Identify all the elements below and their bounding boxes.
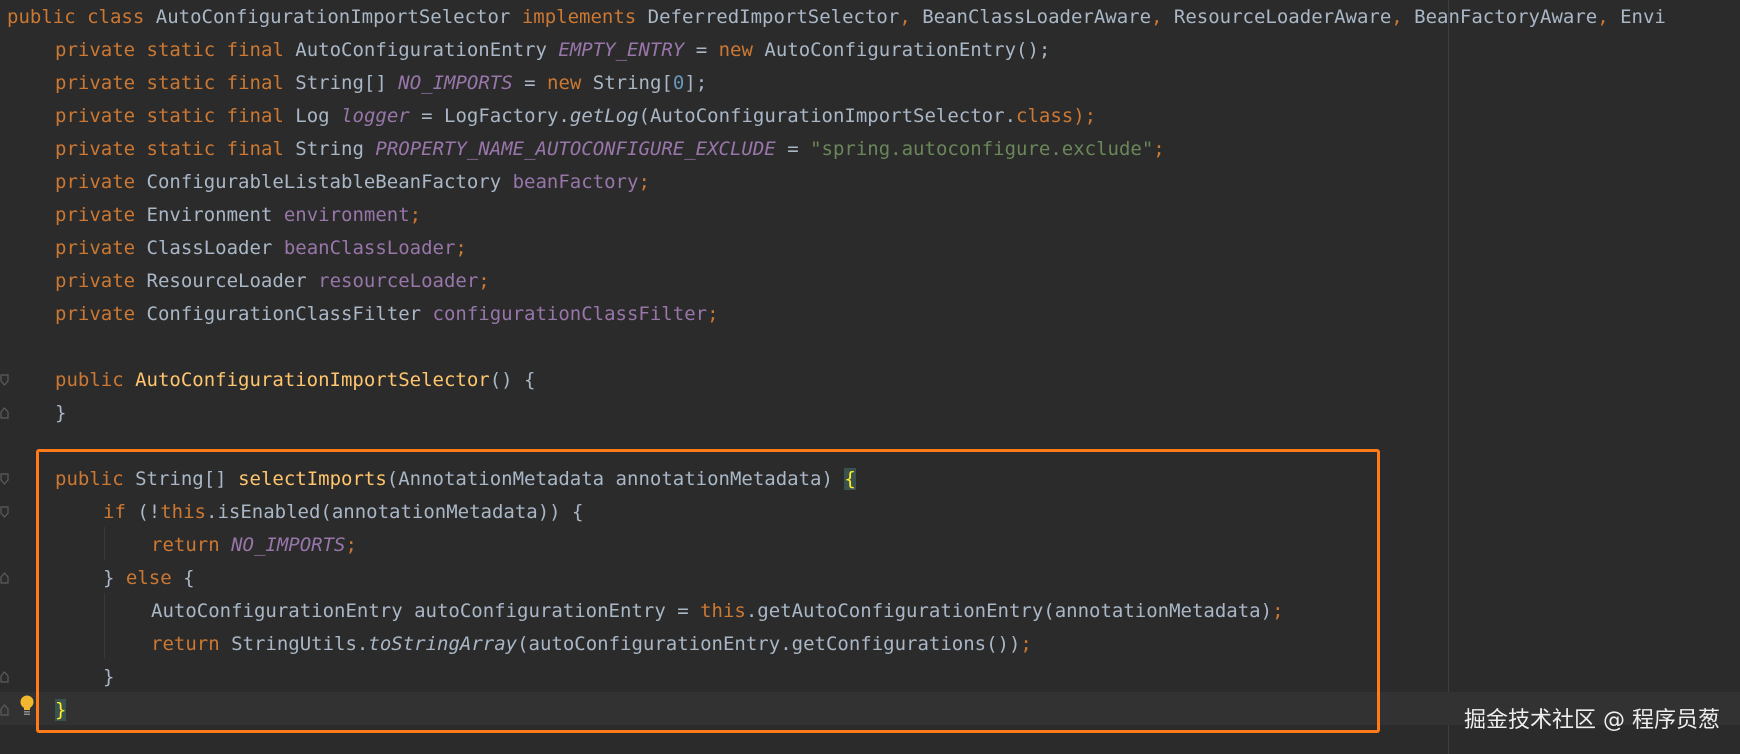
fold-icon[interactable] bbox=[0, 671, 9, 683]
fold-icon[interactable] bbox=[0, 704, 9, 716]
number-literal: 0 bbox=[672, 72, 685, 94]
keyword: implements bbox=[521, 6, 637, 28]
keyword: final bbox=[226, 138, 284, 160]
keyword: private bbox=[55, 270, 136, 292]
code-line-field-property-name: private static final String PROPERTY_NAM… bbox=[55, 133, 1165, 166]
type-name: ConfigurationClassFilter bbox=[146, 303, 422, 325]
constructor-name: AutoConfigurationImportSelector bbox=[135, 369, 490, 391]
keyword: private bbox=[55, 72, 136, 94]
operator: = bbox=[524, 72, 536, 94]
type-name: Environment bbox=[146, 204, 273, 226]
keyword: static bbox=[146, 39, 216, 61]
static-field: EMPTY_ENTRY bbox=[558, 39, 685, 61]
type-name: ResourceLoader bbox=[146, 270, 307, 292]
operator: = bbox=[695, 39, 708, 61]
type-name: String bbox=[295, 138, 364, 160]
semicolon: ; bbox=[707, 303, 719, 325]
operator: = bbox=[787, 138, 799, 160]
code-line-field-no-imports: private static final String[] NO_IMPORTS… bbox=[55, 67, 707, 100]
instance-field: beanFactory bbox=[512, 171, 639, 193]
code-editor[interactable]: public class AutoConfigurationImportSele… bbox=[0, 0, 1740, 754]
code-line-field-empty-entry: private static final AutoConfigurationEn… bbox=[55, 34, 1050, 67]
keyword: static bbox=[146, 138, 216, 160]
static-method-call: getLog bbox=[569, 105, 639, 127]
closing-brace: } bbox=[55, 402, 67, 424]
keyword: final bbox=[226, 39, 284, 61]
constructor-call: AutoConfigurationEntry(); bbox=[764, 39, 1051, 61]
string-literal: "spring.autoconfigure.exclude" bbox=[810, 138, 1154, 160]
comma: , bbox=[1597, 6, 1609, 28]
keyword: private bbox=[55, 171, 136, 193]
type-name: BeanClassLoaderAware bbox=[922, 6, 1152, 28]
keyword: static bbox=[146, 72, 216, 94]
keyword: final bbox=[226, 105, 284, 127]
watermark: 掘金技术社区 @ 程序员葱 bbox=[1464, 708, 1720, 733]
keyword: private bbox=[55, 237, 136, 259]
semicolon: ; bbox=[409, 204, 422, 226]
semicolon: ; bbox=[478, 270, 490, 292]
code-line-field-logger: private static final Log logger = LogFac… bbox=[55, 100, 1096, 133]
code-line-class-declaration: public class AutoConfigurationImportSele… bbox=[7, 1, 1666, 34]
fold-icon[interactable] bbox=[0, 473, 9, 485]
type-name: DeferredImportSelector bbox=[647, 6, 900, 28]
comma: , bbox=[1151, 6, 1163, 28]
keyword: private bbox=[55, 105, 136, 127]
code-line-field-bean-class-loader: private ClassLoader beanClassLoader; bbox=[55, 232, 467, 265]
keyword: public bbox=[7, 6, 76, 28]
keyword: final bbox=[226, 72, 284, 94]
static-field: PROPERTY_NAME_AUTOCONFIGURE_EXCLUDE bbox=[375, 138, 776, 160]
comma: , bbox=[1391, 6, 1403, 28]
type-name: Log bbox=[295, 105, 330, 127]
type-name: BeanFactoryAware bbox=[1414, 6, 1598, 28]
keyword: new bbox=[547, 72, 582, 94]
lightbulb-icon[interactable] bbox=[19, 694, 35, 716]
instance-field: configurationClassFilter bbox=[432, 303, 708, 325]
type-name: ResourceLoaderAware bbox=[1173, 6, 1392, 28]
code-line-field-resource-loader: private ResourceLoader resourceLoader; bbox=[55, 265, 490, 298]
static-field: logger bbox=[341, 105, 410, 127]
type-name: ClassLoader bbox=[146, 237, 273, 259]
comma: , bbox=[899, 6, 911, 28]
keyword: class bbox=[87, 6, 145, 28]
punctuation: ]; bbox=[684, 72, 708, 94]
punctuation: ); bbox=[1073, 105, 1097, 127]
array-type: String[ bbox=[592, 72, 673, 94]
keyword: private bbox=[55, 204, 136, 226]
keyword: private bbox=[55, 39, 136, 61]
code-line-field-environment: private Environment environment; bbox=[55, 199, 421, 232]
keyword: private bbox=[55, 303, 136, 325]
keyword: public bbox=[55, 369, 124, 391]
code-line-constructor-close: } bbox=[55, 397, 66, 430]
punctuation: () { bbox=[489, 369, 536, 391]
code-line-field-configuration-class-filter: private ConfigurationClassFilter configu… bbox=[55, 298, 719, 331]
type-name: AutoConfigurationEntry bbox=[295, 39, 547, 61]
type-name: ConfigurableListableBeanFactory bbox=[146, 171, 502, 193]
semicolon: ; bbox=[638, 171, 650, 193]
fold-icon[interactable] bbox=[0, 374, 9, 386]
expression: (AutoConfigurationImportSelector. bbox=[638, 105, 1017, 127]
keyword: private bbox=[55, 138, 136, 160]
highlight-annotation-box bbox=[36, 449, 1380, 733]
keyword: new bbox=[718, 39, 753, 61]
type-name: String[] bbox=[295, 72, 387, 94]
fold-icon[interactable] bbox=[0, 506, 9, 518]
code-line-field-bean-factory: private ConfigurableListableBeanFactory … bbox=[55, 166, 650, 199]
keyword: static bbox=[146, 105, 216, 127]
expression: = LogFactory. bbox=[421, 105, 570, 127]
static-field: NO_IMPORTS bbox=[398, 72, 513, 94]
fold-icon[interactable] bbox=[0, 407, 9, 419]
code-line-constructor: public AutoConfigurationImportSelector()… bbox=[55, 364, 535, 397]
semicolon: ; bbox=[455, 237, 467, 259]
fold-icon[interactable] bbox=[0, 572, 9, 584]
instance-field: resourceLoader bbox=[318, 270, 479, 292]
keyword: class bbox=[1016, 105, 1074, 127]
instance-field: environment bbox=[283, 204, 410, 226]
instance-field: beanClassLoader bbox=[283, 237, 456, 259]
type-name: Envi bbox=[1620, 6, 1666, 28]
class-name: AutoConfigurationImportSelector bbox=[155, 6, 511, 28]
semicolon: ; bbox=[1153, 138, 1165, 160]
right-margin-guide bbox=[1448, 0, 1449, 754]
